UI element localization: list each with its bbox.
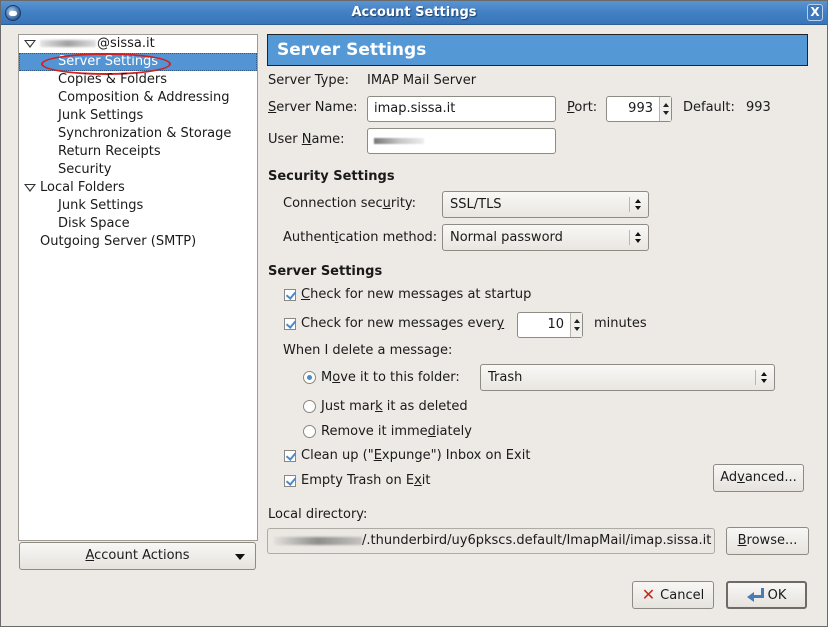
mark-deleted-radio[interactable] [303,400,316,413]
server-name-input[interactable]: imap.sissa.it [367,96,556,122]
page-title: Server Settings [267,34,808,66]
cancel-button[interactable]: ✕ Cancel [632,581,714,609]
tree-account-node[interactable]: @sissa.it [19,35,257,53]
connection-security-label: Connection security: [283,196,417,211]
account-settings-dialog: Account Settings X @sissa.it Server Sett… [0,0,828,627]
check-startup-label[interactable]: Check for new messages at startup [301,287,531,302]
auth-method-select[interactable]: Normal password [442,224,649,251]
cleanup-inbox-checkbox[interactable] [284,450,296,462]
check-interval-spinner[interactable]: 10 [517,312,583,338]
browse-button[interactable]: Browse... [726,527,809,555]
default-port-value: 993 [746,100,771,115]
default-port-label: Default: [683,100,735,115]
spin-up-icon [574,319,580,323]
cancel-x-icon: ✕ [641,585,656,604]
ok-button[interactable]: OK [726,581,807,609]
advanced-button[interactable]: Advanced... [713,464,804,492]
tree-local-folders-node[interactable]: Local Folders [19,179,257,197]
tree-item-disk-space[interactable]: Disk Space [19,215,257,233]
mark-deleted-label[interactable]: Just mark it as deleted [321,399,468,414]
trash-folder-select[interactable]: Trash [480,364,775,391]
tree-item-composition[interactable]: Composition & Addressing [19,89,257,107]
redacted-username [40,40,96,47]
tree-item-junk-settings[interactable]: Junk Settings [19,107,257,125]
account-actions-button[interactable]: Account Actions [19,542,256,570]
select-updown-icon [761,372,768,384]
server-type-value: IMAP Mail Server [367,73,477,88]
expand-triangle-icon[interactable] [24,184,36,192]
spin-down-icon [574,327,580,331]
empty-trash-label[interactable]: Empty Trash on Exit [301,473,431,488]
close-button[interactable]: X [807,4,823,21]
port-spinner[interactable]: 993 [606,96,672,122]
account-tree[interactable]: @sissa.it Server Settings Copies & Folde… [18,34,258,541]
connection-security-select[interactable]: SSL/TLS [442,191,649,218]
spin-arrows[interactable] [659,97,671,121]
cleanup-inbox-label[interactable]: Clean up ("Expunge") Inbox on Exit [301,448,530,463]
remove-immediately-label[interactable]: Remove it immediately [321,424,472,439]
check-startup-checkbox[interactable] [284,289,296,301]
spin-down-icon [663,111,669,115]
spin-up-icon [663,103,669,107]
check-interval-value: 10 [547,317,564,332]
tree-item-server-settings[interactable]: Server Settings [19,53,257,71]
empty-trash-checkbox[interactable] [284,475,296,487]
local-directory-label: Local directory: [268,507,368,522]
tree-item-sync-storage[interactable]: Synchronization & Storage [19,125,257,143]
move-to-folder-radio[interactable] [303,371,316,384]
tree-item-return-receipts[interactable]: Return Receipts [19,143,257,161]
port-value: 993 [628,101,653,116]
account-name: @sissa.it [97,36,155,51]
security-settings-heading: Security Settings [268,169,395,184]
move-to-folder-label[interactable]: Move it to this folder: [321,370,460,385]
redacted-path [274,536,362,545]
server-settings-heading: Server Settings [268,264,383,279]
user-name-input[interactable] [367,128,556,154]
redacted-username [374,137,424,144]
tree-item-security[interactable]: Security [19,161,257,179]
window-title: Account Settings [351,5,477,20]
expand-triangle-icon[interactable] [24,40,36,48]
dropdown-arrow-icon [235,554,245,560]
server-type-label: Server Type: [268,73,350,88]
auth-method-label: Authentication method: [283,230,438,245]
port-label: Port: [567,100,598,115]
return-arrow-icon [746,587,764,602]
tree-item-outgoing-server[interactable]: Outgoing Server (SMTP) [19,233,257,251]
user-name-label: User Name: [268,132,345,147]
check-every-checkbox[interactable] [284,318,296,330]
select-updown-icon [635,232,642,244]
spin-arrows[interactable] [570,313,582,337]
title-bar: Account Settings X [1,1,827,25]
check-every-label[interactable]: Check for new messages every [301,316,504,331]
tree-item-local-junk-settings[interactable]: Junk Settings [19,197,257,215]
remove-immediately-radio[interactable] [303,425,316,438]
tree-item-copies-folders[interactable]: Copies & Folders [19,71,257,89]
minutes-label: minutes [594,316,647,331]
local-directory-field: /.thunderbird/uy6pkscs.default/ImapMail/… [267,528,715,554]
server-name-label: Server Name: [268,100,358,115]
delete-message-label: When I delete a message: [283,343,453,358]
select-updown-icon [635,199,642,211]
